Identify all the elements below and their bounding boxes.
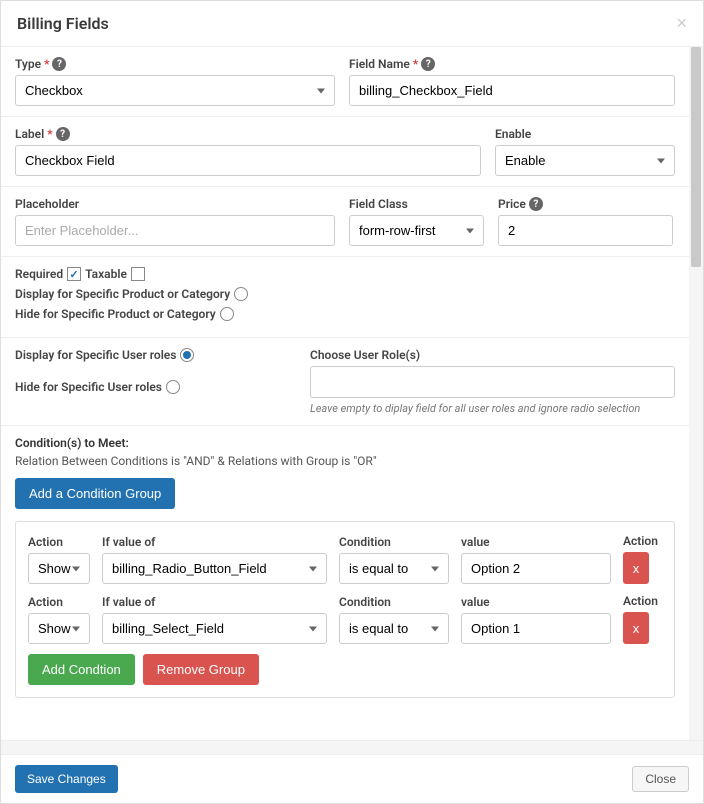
hide-product-radio[interactable] [220, 307, 234, 321]
save-changes-button[interactable]: Save Changes [15, 765, 118, 793]
remove-group-button[interactable]: Remove Group [143, 654, 259, 685]
display-roles-radio[interactable] [180, 348, 194, 362]
placeholder-label: Placeholder [15, 197, 335, 211]
display-product-radio[interactable] [234, 287, 248, 301]
choose-roles-label: Choose User Role(s) [310, 348, 675, 362]
value-input[interactable] [461, 613, 611, 644]
placeholder-input[interactable] [15, 215, 335, 246]
conditions-title: Condition(s) to Meet: [15, 436, 675, 450]
field-class-select[interactable]: form-row-first [349, 215, 484, 246]
condition-row: Action Show If value of billing_Radio_Bu… [28, 534, 662, 584]
help-icon[interactable]: ? [52, 57, 66, 71]
delete-header: Action [623, 534, 653, 548]
hide-roles-radio[interactable] [166, 380, 180, 394]
type-label: Type*? [15, 57, 335, 71]
type-select[interactable]: Checkbox [15, 75, 335, 106]
value-header: value [461, 595, 611, 609]
if-select[interactable]: billing_Select_Field [102, 613, 327, 644]
delete-header: Action [623, 594, 653, 608]
close-button[interactable]: Close [632, 766, 689, 792]
action-select[interactable]: Show [28, 553, 90, 584]
value-header: value [461, 535, 611, 549]
display-roles-label: Display for Specific User roles [15, 348, 176, 362]
label-label: Label*? [15, 127, 481, 141]
help-icon[interactable]: ? [529, 197, 543, 211]
close-icon[interactable]: × [676, 13, 687, 34]
if-header: If value of [102, 535, 327, 549]
field-name-input[interactable] [349, 75, 675, 106]
price-input[interactable] [498, 215, 673, 246]
if-select[interactable]: billing_Radio_Button_Field [102, 553, 327, 584]
help-icon[interactable]: ? [56, 127, 70, 141]
hide-product-label: Hide for Specific Product or Category [15, 307, 216, 321]
condition-header: Condition [339, 595, 449, 609]
action-select[interactable]: Show [28, 613, 90, 644]
field-class-label: Field Class [349, 197, 484, 211]
conditions-subtitle: Relation Between Conditions is "AND" & R… [15, 454, 675, 468]
condition-header: Condition [339, 535, 449, 549]
price-label: Price ? [498, 197, 673, 211]
vertical-scrollbar[interactable] [689, 47, 703, 740]
modal-title: Billing Fields [17, 14, 109, 33]
enable-select[interactable]: Enable [495, 145, 675, 176]
hide-roles-label: Hide for Specific User roles [15, 380, 162, 394]
field-name-label: Field Name*? [349, 57, 675, 71]
remove-condition-button[interactable]: x [623, 552, 649, 584]
billing-fields-modal: Billing Fields × Type*? Checkbox [0, 0, 704, 804]
modal-body: Type*? Checkbox Field Name*? [1, 47, 689, 740]
modal-header: Billing Fields × [1, 1, 703, 47]
action-header: Action [28, 535, 90, 549]
enable-label: Enable [495, 127, 675, 141]
display-product-label: Display for Specific Product or Category [15, 287, 230, 301]
condition-select[interactable]: is equal to [339, 613, 449, 644]
value-input[interactable] [461, 553, 611, 584]
if-header: If value of [102, 595, 327, 609]
horizontal-scrollbar[interactable] [1, 740, 703, 754]
add-condition-button[interactable]: Add Condtion [28, 654, 135, 685]
modal-footer: Save Changes Close [1, 754, 703, 803]
required-checkbox[interactable] [67, 267, 81, 281]
condition-row: Action Show If value of billing_Select_F… [28, 594, 662, 644]
condition-group: Action Show If value of billing_Radio_Bu… [15, 521, 675, 698]
label-input[interactable] [15, 145, 481, 176]
add-condition-group-button[interactable]: Add a Condition Group [15, 478, 175, 509]
action-header: Action [28, 595, 90, 609]
choose-roles-hint: Leave empty to diplay field for all user… [310, 402, 675, 415]
help-icon[interactable]: ? [421, 57, 435, 71]
required-label: Required [15, 267, 63, 281]
scrollbar-thumb[interactable] [691, 47, 701, 267]
remove-condition-button[interactable]: x [623, 612, 649, 644]
choose-roles-input[interactable] [310, 366, 675, 398]
condition-select[interactable]: is equal to [339, 553, 449, 584]
taxable-checkbox[interactable] [131, 267, 145, 281]
taxable-label: Taxable [85, 267, 127, 281]
